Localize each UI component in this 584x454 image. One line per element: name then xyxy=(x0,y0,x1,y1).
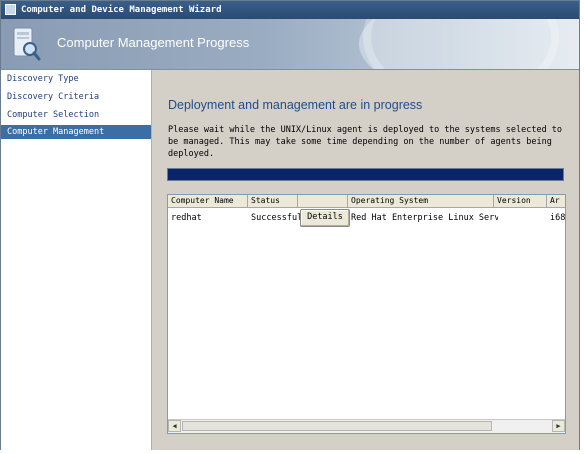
window-icon xyxy=(5,4,16,15)
nav-item-discovery-criteria[interactable]: Discovery Criteria xyxy=(1,90,151,104)
deployment-progress-bar xyxy=(167,168,564,181)
main-content: Deployment and management are in progres… xyxy=(152,70,579,450)
page-heading: Deployment and management are in progres… xyxy=(168,98,423,112)
cell-arch: i68 xyxy=(550,213,566,223)
scroll-right-icon[interactable]: ▶ xyxy=(552,420,565,432)
cell-operating-system: Red Hat Enterprise Linux Server 6.0 xyxy=(351,213,498,223)
column-action[interactable] xyxy=(298,195,348,207)
table-header: Computer Name Status Operating System Ve… xyxy=(168,195,565,208)
column-status[interactable]: Status xyxy=(248,195,298,207)
column-arch[interactable]: Ar xyxy=(547,195,565,207)
column-operating-system[interactable]: Operating System xyxy=(348,195,494,207)
wizard-window: Computer and Device Management Wizard Co… xyxy=(0,0,580,450)
wizard-header: Computer Management Progress xyxy=(1,19,579,70)
wizard-nav: Discovery Type Discovery Criteria Comput… xyxy=(1,70,152,450)
column-computer-name[interactable]: Computer Name xyxy=(168,195,248,207)
nav-item-computer-management[interactable]: Computer Management xyxy=(1,125,151,139)
scroll-left-icon[interactable]: ◀ xyxy=(168,420,181,432)
horizontal-scrollbar[interactable]: ◀ ▶ xyxy=(168,419,565,433)
column-version[interactable]: Version xyxy=(494,195,547,207)
computer-search-icon xyxy=(13,27,41,61)
computers-table: Computer Name Status Operating System Ve… xyxy=(167,194,566,434)
page-description: Please wait while the UNIX/Linux agent i… xyxy=(168,125,563,159)
cell-computer-name: redhat xyxy=(171,213,202,223)
scrollbar-thumb[interactable] xyxy=(182,421,492,431)
details-button[interactable]: Details xyxy=(300,209,350,227)
window-title: Computer and Device Management Wizard xyxy=(21,5,222,15)
nav-item-discovery-type[interactable]: Discovery Type xyxy=(1,72,151,86)
nav-item-computer-selection[interactable]: Computer Selection xyxy=(1,108,151,122)
title-bar[interactable]: Computer and Device Management Wizard xyxy=(1,1,579,19)
header-title: Computer Management Progress xyxy=(57,35,250,50)
cell-status: Successful xyxy=(251,213,300,223)
